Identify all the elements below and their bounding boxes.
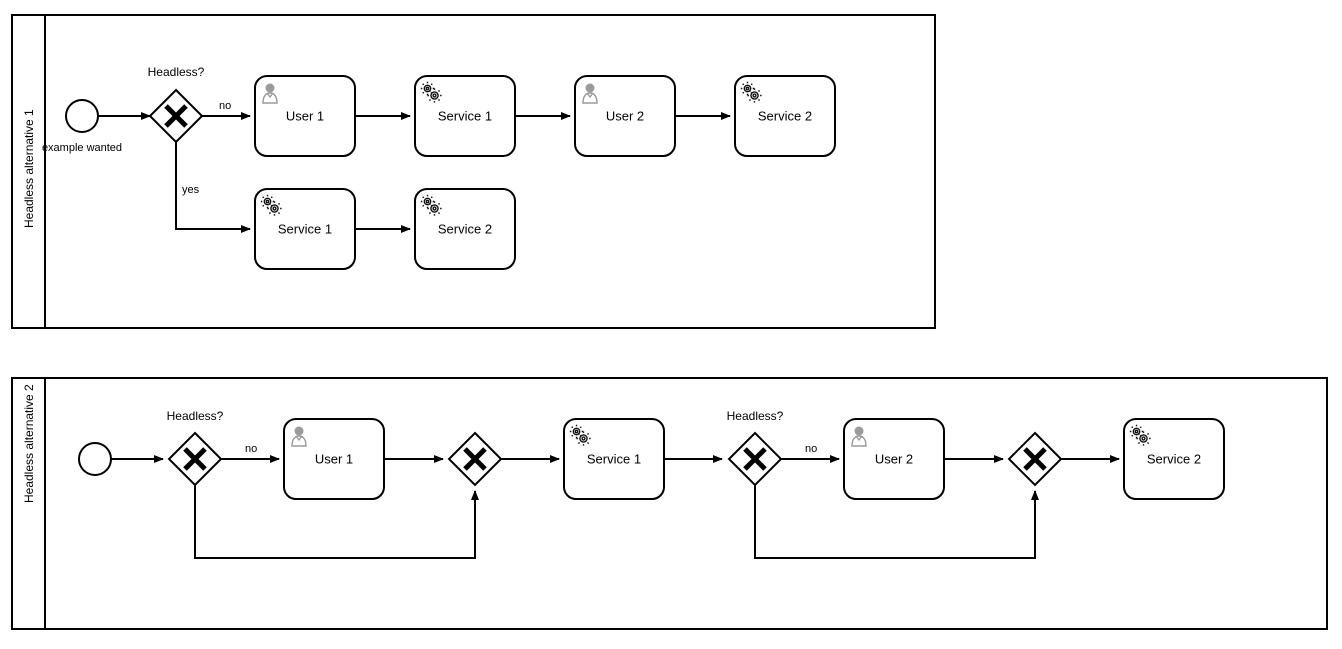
task-service-2-bottom-pool1[interactable]: Service 2 bbox=[414, 188, 516, 270]
task-service-1-pool2-label: Service 1 bbox=[587, 451, 641, 466]
gateway-headless-2-pool2-label: Headless? bbox=[727, 409, 784, 423]
task-user-2-pool1[interactable]: User 2 bbox=[574, 75, 676, 157]
pool-1-lane-label: Headless alternative 1 bbox=[22, 109, 36, 228]
start-event-pool2[interactable] bbox=[78, 442, 112, 476]
task-service-1-bottom-pool1-label: Service 1 bbox=[278, 221, 332, 236]
task-service-2-pool1[interactable]: Service 2 bbox=[734, 75, 836, 157]
gateway-headless-2-pool2[interactable] bbox=[727, 431, 783, 487]
flow-label-no-1-pool2: no bbox=[245, 443, 257, 455]
task-user-1-pool1-label: User 1 bbox=[286, 108, 324, 123]
gateway-merge-1-pool2[interactable] bbox=[447, 431, 503, 487]
task-user-1-pool1[interactable]: User 1 bbox=[254, 75, 356, 157]
task-service-2-pool2[interactable]: Service 2 bbox=[1123, 418, 1225, 500]
start-event-pool1[interactable] bbox=[65, 99, 99, 133]
gateway-headless-pool1[interactable] bbox=[148, 88, 204, 144]
gateway-headless-pool1-label: Headless? bbox=[148, 65, 205, 79]
task-service-1-bottom-pool1[interactable]: Service 1 bbox=[254, 188, 356, 270]
task-user-1-pool2-label: User 1 bbox=[315, 451, 353, 466]
task-service-1-pool1-label: Service 1 bbox=[438, 108, 492, 123]
gateway-merge-2-pool2[interactable] bbox=[1007, 431, 1063, 487]
task-user-2-pool2-label: User 2 bbox=[875, 451, 913, 466]
task-service-2-pool2-label: Service 2 bbox=[1147, 451, 1201, 466]
gateway-headless-1-pool2[interactable] bbox=[167, 431, 223, 487]
task-user-2-pool1-label: User 2 bbox=[606, 108, 644, 123]
gateway-headless-1-pool2-label: Headless? bbox=[167, 409, 224, 423]
pool-1-border bbox=[11, 14, 936, 329]
task-user-2-pool2[interactable]: User 2 bbox=[843, 418, 945, 500]
task-service-2-bottom-pool1-label: Service 2 bbox=[438, 221, 492, 236]
start-event-label-pool1: example wanted bbox=[42, 142, 122, 154]
task-user-1-pool2[interactable]: User 1 bbox=[283, 418, 385, 500]
flow-label-no-pool1: no bbox=[219, 100, 231, 112]
bpmn-diagram-canvas: Headless alternative 1 example wanted He… bbox=[0, 0, 1342, 649]
pool-headless-alternative-1[interactable]: Headless alternative 1 example wanted He… bbox=[11, 14, 936, 329]
pool-2-lane-label: Headless alternative 2 bbox=[22, 384, 36, 503]
pool-headless-alternative-2[interactable]: Headless alternative 2 Headless? no User… bbox=[11, 377, 1328, 630]
flow-label-yes-pool1: yes bbox=[182, 184, 200, 196]
flow-label-no-2-pool2: no bbox=[805, 443, 817, 455]
task-service-1-pool1[interactable]: Service 1 bbox=[414, 75, 516, 157]
task-service-1-pool2[interactable]: Service 1 bbox=[563, 418, 665, 500]
task-service-2-pool1-label: Service 2 bbox=[758, 108, 812, 123]
bpmn-svg-layer: Headless alternative 1 example wanted He… bbox=[11, 14, 1328, 630]
